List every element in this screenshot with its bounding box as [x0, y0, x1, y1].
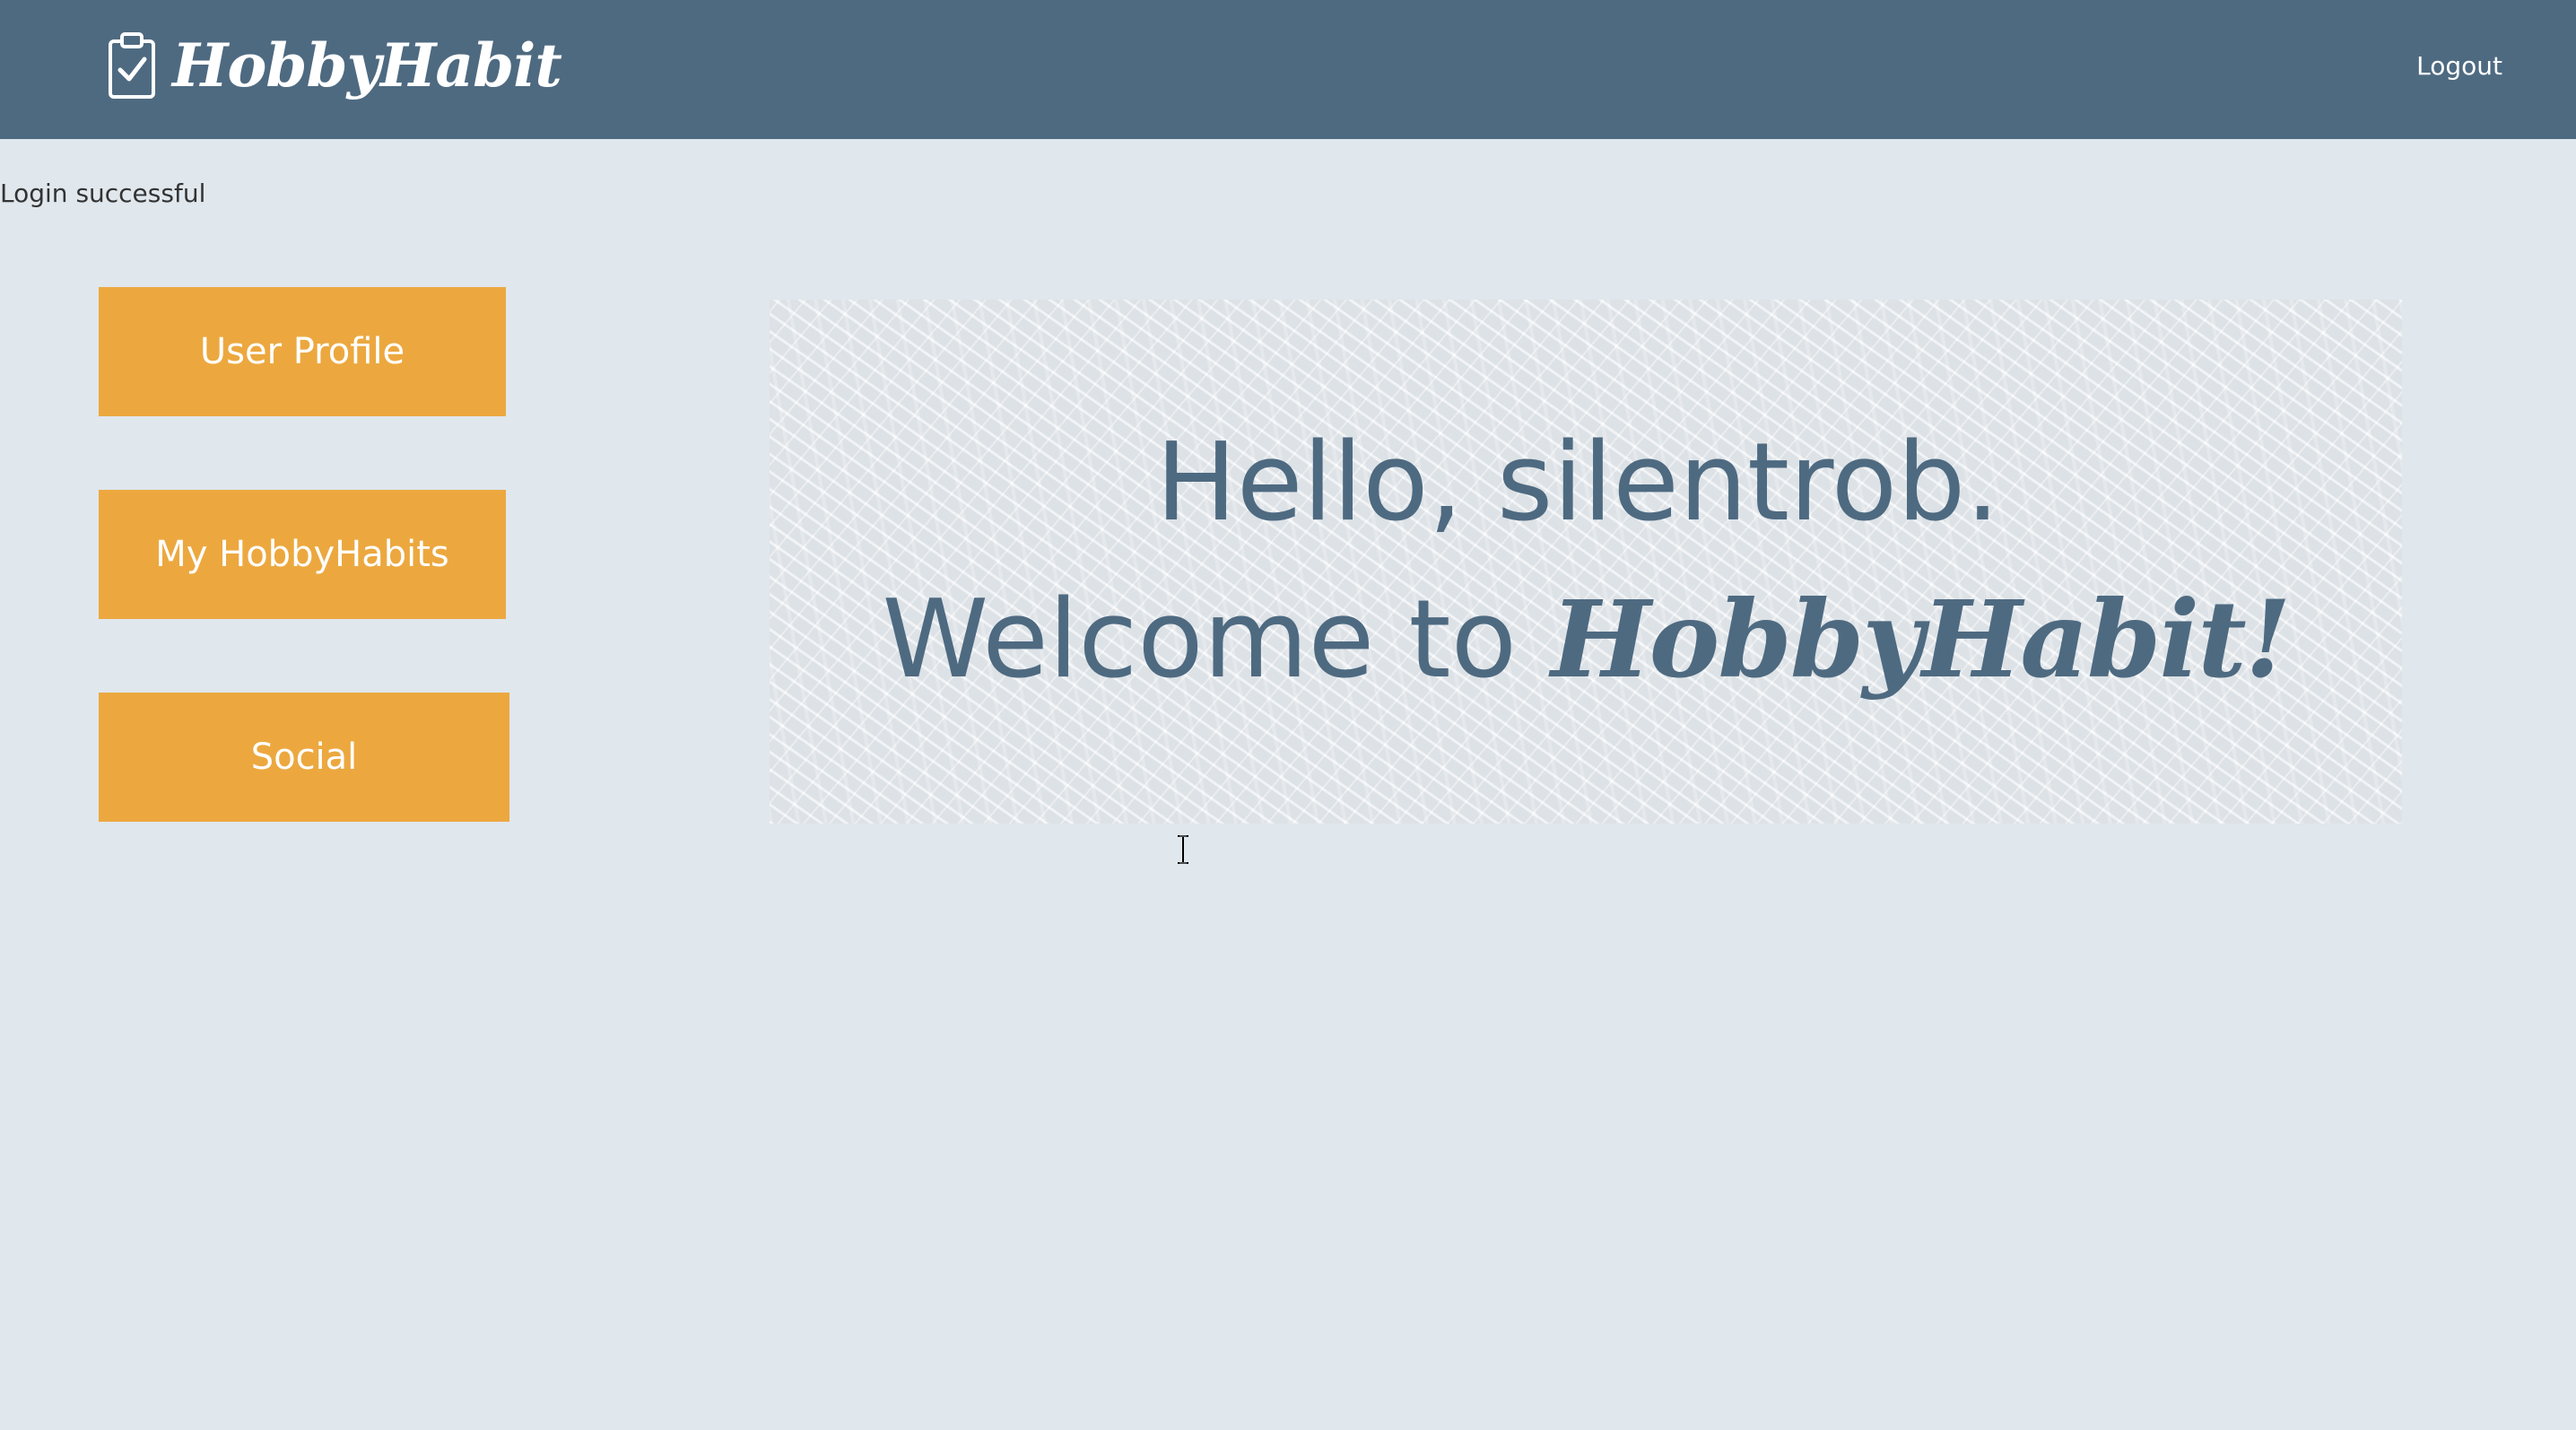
banner-brand-name: HobbyHabit [1551, 576, 2247, 702]
banner-exclamation: ! [2244, 576, 2292, 702]
brand-name: HobbyHabit [172, 31, 562, 100]
brand-link[interactable]: HobbyHabit [106, 31, 562, 100]
welcome-heading: Welcome to HobbyHabit! [882, 563, 2292, 717]
welcome-banner: Hello, silentrob. Welcome to HobbyHabit! [770, 300, 2402, 824]
greeting-heading: Hello, silentrob. [1155, 420, 2000, 545]
banner-text: Hello, silentrob. Welcome to HobbyHabit! [770, 300, 2402, 824]
my-hobbyhabits-button[interactable]: My HobbyHabits [99, 490, 506, 619]
text-cursor-icon [1178, 835, 1188, 864]
clipboard-check-icon [109, 32, 155, 99]
welcome-prefix: Welcome to [882, 577, 1517, 702]
top-navbar: HobbyHabit Logout [0, 0, 2576, 139]
user-profile-button[interactable]: User Profile [99, 287, 506, 416]
social-button[interactable]: Social [99, 693, 509, 822]
logout-link[interactable]: Logout [2416, 50, 2502, 83]
flash-message: Login successful [0, 179, 206, 208]
